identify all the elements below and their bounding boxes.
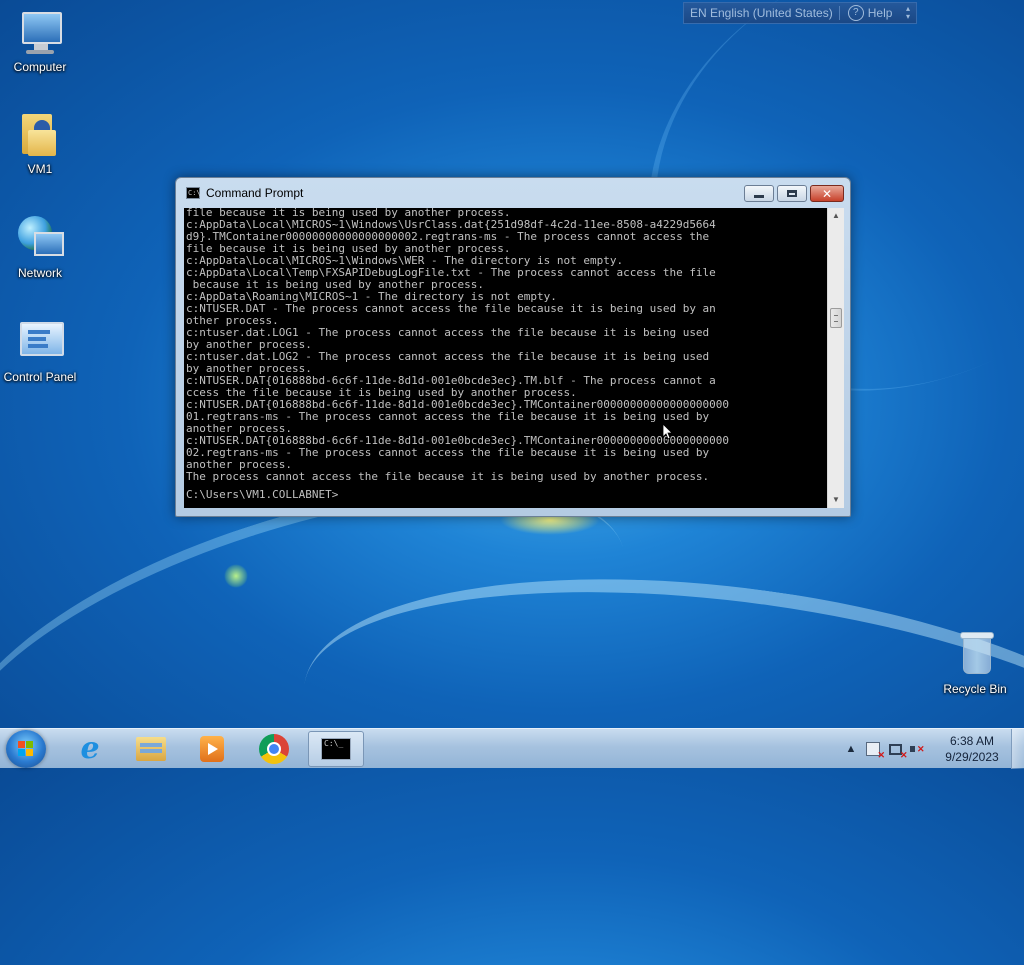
console-line: c:NTUSER.DAT - The process cannot access… — [186, 303, 716, 315]
console-line: ccess the file because it is being used … — [186, 387, 577, 399]
close-button[interactable]: ✕ — [810, 185, 844, 202]
console-line: c:NTUSER.DAT{016888bd-6c6f-11de-8d1d-001… — [186, 375, 716, 387]
command-prompt-icon[interactable]: C:\ — [186, 187, 201, 199]
mouse-cursor-icon — [663, 424, 673, 440]
show-desktop-button[interactable] — [1011, 729, 1024, 769]
window-title: Command Prompt — [206, 186, 304, 200]
desktop-icon-control-panel[interactable]: Control Panel — [0, 318, 80, 384]
taskbar-button-windows-explorer[interactable] — [123, 731, 179, 767]
command-prompt-window[interactable]: C:\ Command Prompt ✕ file because it is … — [175, 177, 851, 517]
minimize-icon — [754, 195, 764, 198]
internet-explorer-icon: e — [80, 731, 100, 766]
user-folder-icon — [16, 110, 64, 158]
desktop-icon-label: Control Panel — [3, 370, 77, 384]
console-line: another process. — [186, 423, 292, 435]
clock-time: 6:38 AM — [949, 734, 995, 748]
console-lines: file because it is being used by another… — [184, 208, 827, 501]
start-button[interactable] — [6, 730, 46, 768]
command-prompt-line[interactable]: C:\Users\VM1.COLLABNET> — [186, 489, 827, 501]
console-line: c:AppData\Local\MICROS~1\Windows\UsrClas… — [186, 219, 716, 231]
wallpaper-sparkle — [224, 564, 248, 588]
action-center-flag-icon[interactable] — [862, 739, 885, 761]
console-line: c:NTUSER.DAT{016888bd-6c6f-11de-8d1d-001… — [186, 435, 730, 447]
help-icon[interactable]: ? — [847, 5, 864, 21]
network-icon — [16, 214, 64, 262]
taskbar-clock[interactable]: 6:38 AM 9/29/2023 — [930, 733, 1014, 765]
taskbar: e C:\_ ▲ 6:38 AM 9/29/2023 — [0, 728, 1024, 769]
network-disconnected-icon[interactable] — [884, 739, 908, 761]
console-line: file because it is being used by another… — [186, 243, 511, 255]
console-line: c:ntuser.dat.LOG1 - The process cannot a… — [186, 327, 710, 339]
console-line: c:ntuser.dat.LOG2 - The process cannot a… — [186, 351, 710, 363]
taskbar-button-chrome[interactable] — [246, 731, 302, 767]
recycle-bin-icon — [951, 630, 999, 678]
clock-date: 9/29/2023 — [945, 750, 999, 764]
minimize-button[interactable] — [744, 185, 774, 202]
scroll-down-icon[interactable]: ▼ — [828, 492, 844, 508]
close-icon: ✕ — [821, 186, 833, 201]
show-hidden-icons-icon[interactable]: ▲ — [840, 739, 862, 759]
desktop-icon-label: Computer — [13, 60, 67, 74]
help-label[interactable]: Help — [868, 6, 893, 20]
desktop-icon-recycle-bin[interactable]: Recycle Bin — [935, 630, 1015, 696]
console-line: 02.regtrans-ms - The process cannot acce… — [186, 447, 710, 459]
computer-icon — [16, 8, 64, 56]
media-player-icon — [200, 736, 224, 762]
taskbar-button-command-prompt[interactable]: C:\_ — [308, 731, 364, 767]
console-line: another process. — [186, 459, 292, 471]
console-line: d9}.TMContainer00000000000000000002.regt… — [186, 231, 710, 243]
divider — [838, 6, 840, 20]
language-indicator[interactable]: EN English (United States) — [690, 6, 833, 20]
desktop-icon-vm1[interactable]: VM1 — [0, 110, 80, 176]
language-bar-options-icon[interactable]: ▴ ▾ — [906, 5, 910, 21]
console-line: c:NTUSER.DAT{016888bd-6c6f-11de-8d1d-001… — [186, 399, 730, 411]
scrollbar-thumb[interactable] — [830, 308, 842, 328]
desktop-icon-label: Recycle Bin — [943, 682, 1007, 696]
command-prompt-icon: C:\_ — [321, 738, 351, 760]
system-tray: ▲ — [840, 729, 928, 769]
scroll-up-icon[interactable]: ▲ — [828, 208, 844, 224]
desktop-icon-computer[interactable]: Computer — [0, 8, 80, 74]
chrome-icon — [259, 734, 289, 764]
console-line: The process cannot access the file becau… — [186, 471, 710, 483]
taskbar-button-internet-explorer[interactable]: e — [62, 731, 118, 767]
maximize-icon — [787, 190, 797, 197]
console-line: because it is being used by another proc… — [186, 279, 485, 291]
console-line: by another process. — [186, 363, 312, 375]
desktop-icon-label: VM1 — [27, 162, 53, 176]
volume-muted-icon[interactable] — [906, 739, 928, 759]
maximize-button[interactable] — [777, 185, 807, 202]
windows-explorer-icon — [136, 737, 166, 761]
taskbar-button-media-player[interactable] — [184, 731, 240, 767]
desktop-icon-label: Network — [17, 266, 62, 280]
console-line: other process. — [186, 315, 279, 327]
console-line: by another process. — [186, 339, 312, 351]
console-output[interactable]: file because it is being used by another… — [184, 208, 827, 508]
console-line: file because it is being used by another… — [186, 208, 511, 219]
console-line: 01.regtrans-ms - The process cannot acce… — [186, 411, 710, 423]
control-panel-icon — [16, 318, 64, 366]
language-bar[interactable]: EN English (United States) ? Help ▴ ▾ — [683, 2, 917, 24]
console-line: c:AppData\Roaming\MICROS~1 - The directo… — [186, 291, 557, 303]
desktop-icon-network[interactable]: Network — [0, 214, 80, 280]
vertical-scrollbar[interactable]: ▲ ▼ — [827, 208, 844, 508]
console-line: c:AppData\Local\Temp\FXSAPIDebugLogFile.… — [186, 267, 716, 279]
windows-logo-icon — [18, 741, 34, 757]
console-line: c:AppData\Local\MICROS~1\Windows\WER - T… — [186, 255, 624, 267]
